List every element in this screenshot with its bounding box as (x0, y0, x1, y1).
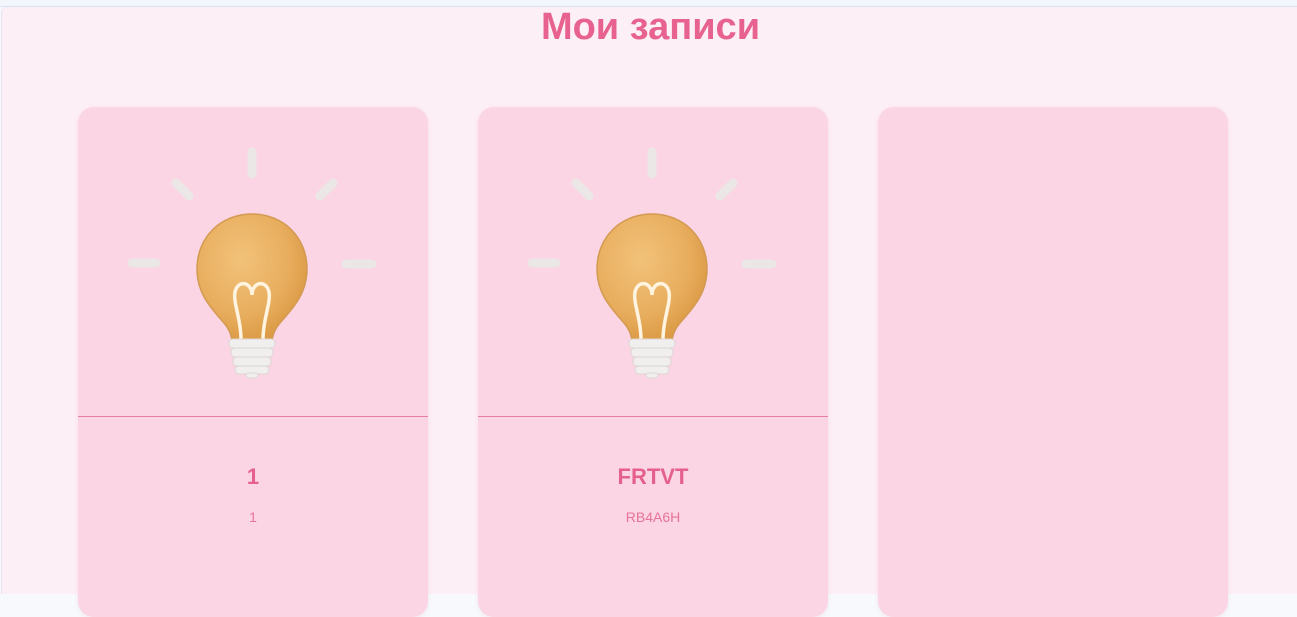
record-subtitle: RB4A6H (625, 509, 681, 525)
lightbulb-icon (127, 147, 377, 379)
card-divider (478, 416, 828, 417)
lightbulb-icon (527, 147, 777, 379)
card-divider (78, 416, 428, 417)
page-title: Мои записи (540, 6, 761, 48)
record-card[interactable]: 1 1 (78, 107, 428, 617)
record-title: FRTVT (617, 464, 689, 489)
plus-icon (976, 280, 1130, 434)
record-title: 1 (246, 464, 260, 489)
records-panel: Мои записи 1 1 FRTVT RB4A6H (1, 6, 1297, 617)
record-image (478, 107, 828, 417)
record-card[interactable]: FRTVT RB4A6H (478, 107, 828, 617)
record-image (78, 107, 428, 417)
record-subtitle: 1 (249, 509, 257, 525)
add-record-button[interactable] (878, 107, 1228, 617)
